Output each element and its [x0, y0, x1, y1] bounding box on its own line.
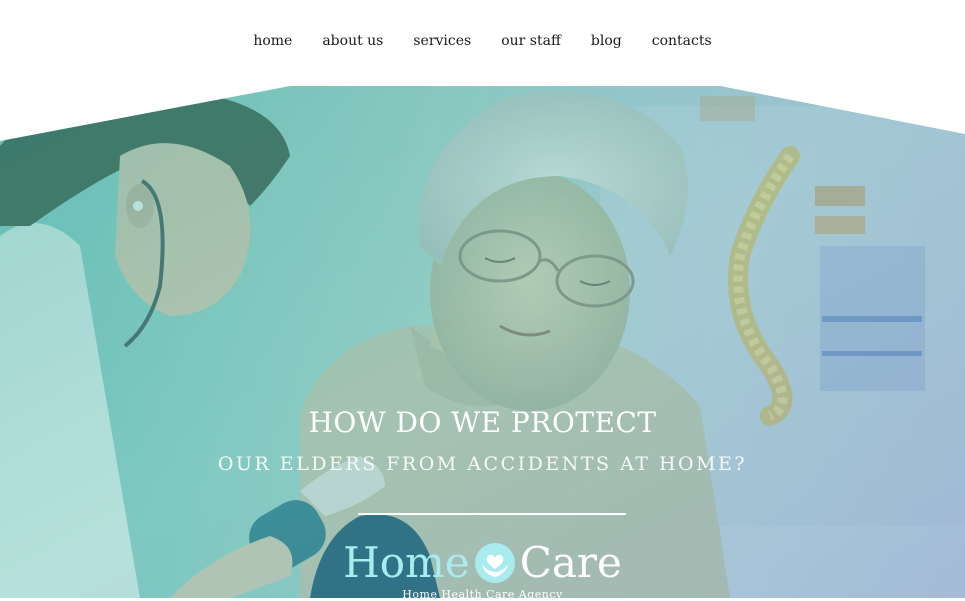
nav-blog[interactable]: blog	[591, 33, 622, 49]
nav-contacts[interactable]: contacts	[652, 33, 712, 49]
hero-subheadline: OUR ELDERS FROM ACCIDENTS AT HOME?	[217, 453, 748, 475]
logo-tagline: Home Health Care Agency	[402, 588, 563, 601]
nav-services[interactable]: services	[413, 33, 471, 49]
hero-headline: HOW DO WE PROTECT	[308, 406, 657, 439]
nav-about-us[interactable]: about us	[322, 33, 383, 49]
hero-photo	[0, 86, 965, 598]
hero-divider	[358, 513, 626, 515]
hands-heart-icon	[474, 542, 516, 584]
main-nav: home about us services our staff blog contact…	[0, 33, 965, 49]
nav-our-staff[interactable]: our staff	[501, 33, 561, 49]
logo-word-care: Care	[519, 538, 622, 587]
hero-banner	[0, 86, 965, 598]
logo-word-home: Home	[343, 538, 470, 587]
brand-logo[interactable]: Home Care	[0, 538, 965, 588]
top-bar: home about us services our staff blog contact…	[0, 0, 965, 86]
nav-home[interactable]: home	[253, 33, 292, 49]
